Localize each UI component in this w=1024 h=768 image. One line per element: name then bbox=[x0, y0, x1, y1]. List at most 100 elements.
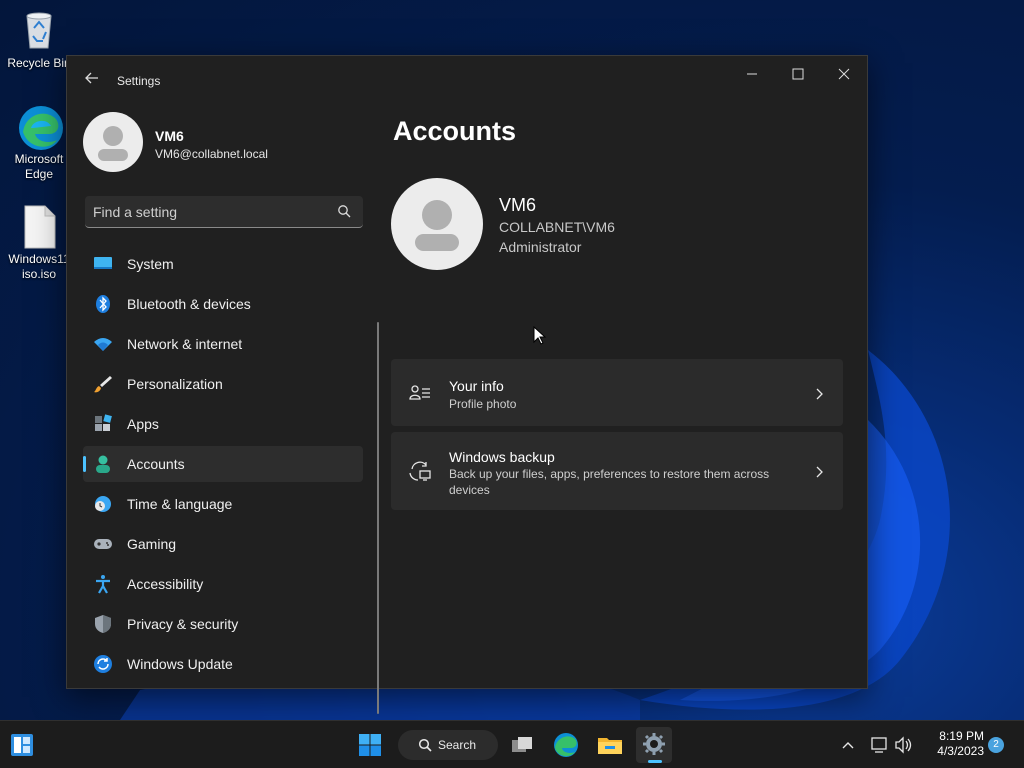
shield-icon bbox=[93, 614, 113, 634]
account-avatar[interactable] bbox=[391, 178, 483, 270]
card-title: Your info bbox=[449, 378, 504, 394]
accessibility-icon bbox=[93, 574, 113, 594]
sidebar-item-system[interactable]: System bbox=[83, 246, 363, 282]
windows-backup-card[interactable]: Windows backup Back up your files, apps,… bbox=[391, 432, 843, 510]
backup-icon bbox=[409, 460, 431, 482]
sidebar-item-accounts[interactable]: Accounts bbox=[83, 446, 363, 482]
settings-gear-icon bbox=[643, 733, 665, 755]
wifi-icon bbox=[93, 334, 113, 354]
avatar[interactable] bbox=[83, 112, 143, 172]
sidebar-item-label: Gaming bbox=[127, 536, 177, 552]
close-button[interactable] bbox=[821, 60, 867, 92]
sidebar-item-label: Accounts bbox=[127, 456, 185, 472]
clock[interactable]: 8:19 PM 4/3/2023 bbox=[926, 729, 984, 759]
sidebar: VM6 VM6@collabnet.local System Bluetooth… bbox=[83, 112, 379, 714]
notification-badge[interactable]: 2 bbox=[988, 737, 1004, 753]
taskbar-file-explorer-button[interactable] bbox=[592, 727, 628, 763]
your-info-card[interactable]: Your info Profile photo bbox=[391, 359, 843, 426]
start-button[interactable] bbox=[352, 727, 388, 763]
sidebar-item-network[interactable]: Network & internet bbox=[83, 326, 363, 362]
accounts-icon bbox=[93, 454, 113, 474]
clock-date: 4/3/2023 bbox=[937, 744, 984, 758]
settings-window: Settings VM6 VM6@collabnet.local Find a … bbox=[66, 55, 868, 714]
profile-name: VM6 bbox=[155, 128, 184, 144]
back-arrow-icon bbox=[85, 72, 98, 84]
recycle-bin-icon bbox=[26, 12, 52, 49]
sidebar-item-label: Bluetooth & devices bbox=[127, 296, 251, 312]
show-hidden-icons-button[interactable] bbox=[830, 727, 866, 763]
sidebar-item-label: Personalization bbox=[127, 376, 223, 392]
task-view-button[interactable] bbox=[504, 727, 540, 763]
sidebar-item-label: Privacy & security bbox=[127, 616, 239, 632]
search-icon[interactable] bbox=[337, 204, 353, 220]
sidebar-item-label: Network & internet bbox=[127, 336, 243, 352]
apps-icon bbox=[93, 414, 113, 434]
quick-settings-button[interactable] bbox=[862, 727, 918, 763]
chevron-up-icon bbox=[842, 742, 854, 749]
account-domain: COLLABNET\VM6 bbox=[499, 219, 615, 235]
mouse-cursor-icon bbox=[533, 326, 547, 345]
nav-list: System Bluetooth & devices Network & int… bbox=[83, 246, 363, 686]
person-info-icon bbox=[409, 382, 431, 404]
maximize-icon bbox=[792, 68, 804, 80]
sidebar-item-label: Windows Update bbox=[127, 656, 233, 672]
windows-logo-icon bbox=[359, 734, 381, 756]
sidebar-item-label: Accessibility bbox=[127, 576, 204, 592]
sidebar-item-personalization[interactable]: Personalization bbox=[83, 366, 363, 402]
minimize-button[interactable] bbox=[729, 60, 775, 92]
back-button[interactable] bbox=[81, 70, 103, 92]
profile-email: VM6@collabnet.local bbox=[155, 147, 268, 161]
bluetooth-icon bbox=[93, 294, 113, 314]
folder-icon bbox=[598, 738, 622, 754]
taskbar-settings-button[interactable] bbox=[636, 727, 672, 763]
sidebar-item-apps[interactable]: Apps bbox=[83, 406, 363, 442]
chevron-right-icon bbox=[813, 465, 825, 478]
sidebar-item-windows-update[interactable]: Windows Update bbox=[83, 646, 363, 682]
update-icon bbox=[93, 654, 113, 674]
account-name: VM6 bbox=[499, 195, 537, 215]
close-icon bbox=[838, 68, 850, 80]
taskbar-search-label: Search bbox=[438, 738, 477, 752]
sidebar-item-label: Time & language bbox=[127, 496, 233, 512]
taskbar: Search 8:19 PM 4/3/2023 2 bbox=[0, 720, 1024, 768]
system-icon bbox=[93, 254, 113, 274]
taskbar-search-button[interactable]: Search bbox=[398, 730, 498, 760]
title-bar: Settings bbox=[67, 56, 867, 106]
sidebar-item-time-language[interactable]: Time & language bbox=[83, 486, 363, 522]
search-input[interactable] bbox=[93, 202, 323, 222]
minimize-icon bbox=[747, 73, 757, 75]
card-subtitle: Profile photo bbox=[449, 397, 517, 411]
chevron-right-icon bbox=[813, 387, 825, 400]
sidebar-item-label: System bbox=[127, 256, 174, 272]
sidebar-item-label: Apps bbox=[127, 416, 159, 432]
card-title: Windows backup bbox=[449, 449, 555, 465]
taskbar-edge-button[interactable] bbox=[548, 727, 584, 763]
clock-time: 8:19 PM bbox=[939, 729, 984, 743]
desktop-icon-label: Recycle Bin bbox=[7, 56, 71, 70]
widgets-button[interactable] bbox=[4, 727, 40, 763]
sidebar-item-gaming[interactable]: Gaming bbox=[83, 526, 363, 562]
sidebar-scrollbar[interactable] bbox=[377, 322, 379, 714]
desktop-icon-label: Windows11 iso.iso bbox=[8, 252, 70, 281]
active-app-indicator bbox=[648, 760, 662, 763]
account-role: Administrator bbox=[499, 239, 582, 255]
gamepad-icon bbox=[93, 534, 113, 554]
page-title: Accounts bbox=[393, 116, 517, 146]
sidebar-item-accessibility[interactable]: Accessibility bbox=[83, 566, 363, 602]
desktop-icon-label: Microsoft Edge bbox=[14, 152, 64, 181]
widgets-icon bbox=[11, 734, 33, 756]
search-icon bbox=[418, 738, 432, 752]
task-view-icon bbox=[512, 737, 532, 752]
window-title: Settings bbox=[117, 74, 161, 88]
user-avatar-icon bbox=[415, 200, 459, 251]
time-language-icon bbox=[93, 494, 113, 514]
sidebar-item-privacy[interactable]: Privacy & security bbox=[83, 606, 363, 642]
user-avatar-icon bbox=[98, 126, 128, 161]
main-content: Accounts VM6 COLLABNET\VM6 Administrator… bbox=[391, 112, 851, 688]
edge-icon bbox=[19, 106, 63, 150]
sidebar-item-bluetooth[interactable]: Bluetooth & devices bbox=[83, 286, 363, 322]
maximize-button[interactable] bbox=[775, 60, 821, 92]
card-subtitle: Back up your files, apps, preferences to… bbox=[449, 467, 770, 497]
edge-icon bbox=[554, 733, 578, 757]
brush-icon bbox=[93, 374, 113, 394]
